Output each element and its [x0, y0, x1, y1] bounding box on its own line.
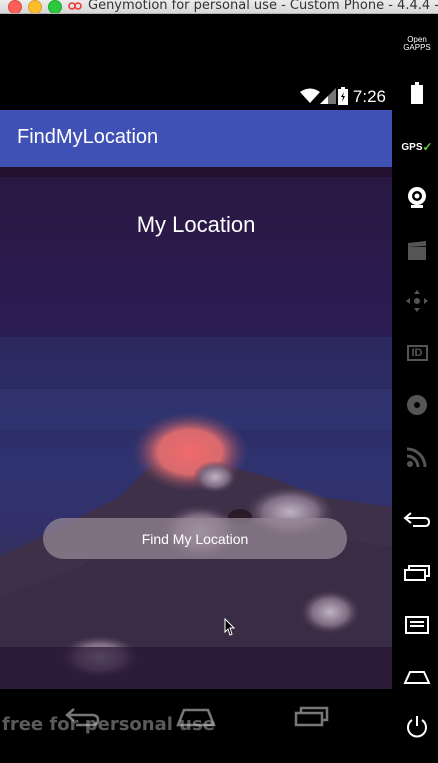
open-gapps-button[interactable]: Open GAPPS — [396, 32, 438, 56]
device-id-icon[interactable]: ID — [396, 340, 438, 366]
minimize-window-button[interactable] — [28, 0, 42, 13]
app-toolbar: FindMyLocation — [0, 110, 392, 167]
emulator-toolbar: Open GAPPS GPS ✓ ID — [396, 14, 438, 763]
status-time: 7:26 — [352, 87, 386, 106]
recent-apps-button[interactable] — [396, 560, 438, 586]
home-button[interactable] — [396, 664, 438, 690]
gps-label: GPS — [401, 141, 423, 153]
genymotion-logo-icon — [68, 0, 82, 11]
window-title: Genymotion for personal use - Custom Pho… — [88, 0, 438, 13]
wifi-icon — [300, 88, 320, 109]
background-landscape-image — [0, 167, 392, 689]
battery-icon — [338, 87, 348, 110]
id-label: ID — [406, 345, 428, 361]
recent-apps-nav-button[interactable] — [287, 701, 337, 731]
webcam-widget-icon[interactable] — [396, 184, 438, 210]
app-content: My Location — [0, 167, 392, 689]
window-titlebar: Genymotion for personal use - Custom Pho… — [0, 0, 438, 14]
personal-use-watermark: free for personal use — [2, 714, 215, 735]
maximize-window-button[interactable] — [48, 0, 62, 13]
find-my-location-button[interactable]: Find My Location — [43, 518, 347, 559]
signal-icon — [320, 88, 336, 109]
back-button[interactable] — [396, 506, 438, 532]
mouse-cursor-icon — [224, 617, 236, 641]
power-button[interactable] — [396, 714, 438, 740]
gps-widget-icon[interactable]: GPS ✓ — [396, 134, 438, 160]
screencast-icon[interactable] — [396, 238, 438, 264]
menu-button[interactable] — [396, 612, 438, 638]
battery-widget-icon[interactable] — [396, 80, 438, 106]
location-heading: My Location — [136, 212, 256, 237]
remote-control-icon[interactable] — [396, 288, 438, 314]
disk-io-icon[interactable] — [396, 392, 438, 418]
close-window-button[interactable] — [8, 0, 22, 13]
device-screen: 7:26 FindMyLocation My Location — [0, 84, 392, 689]
app-title: FindMyLocation — [17, 126, 159, 148]
network-rss-icon[interactable] — [396, 444, 438, 470]
android-status-bar: 7:26 — [0, 84, 392, 110]
